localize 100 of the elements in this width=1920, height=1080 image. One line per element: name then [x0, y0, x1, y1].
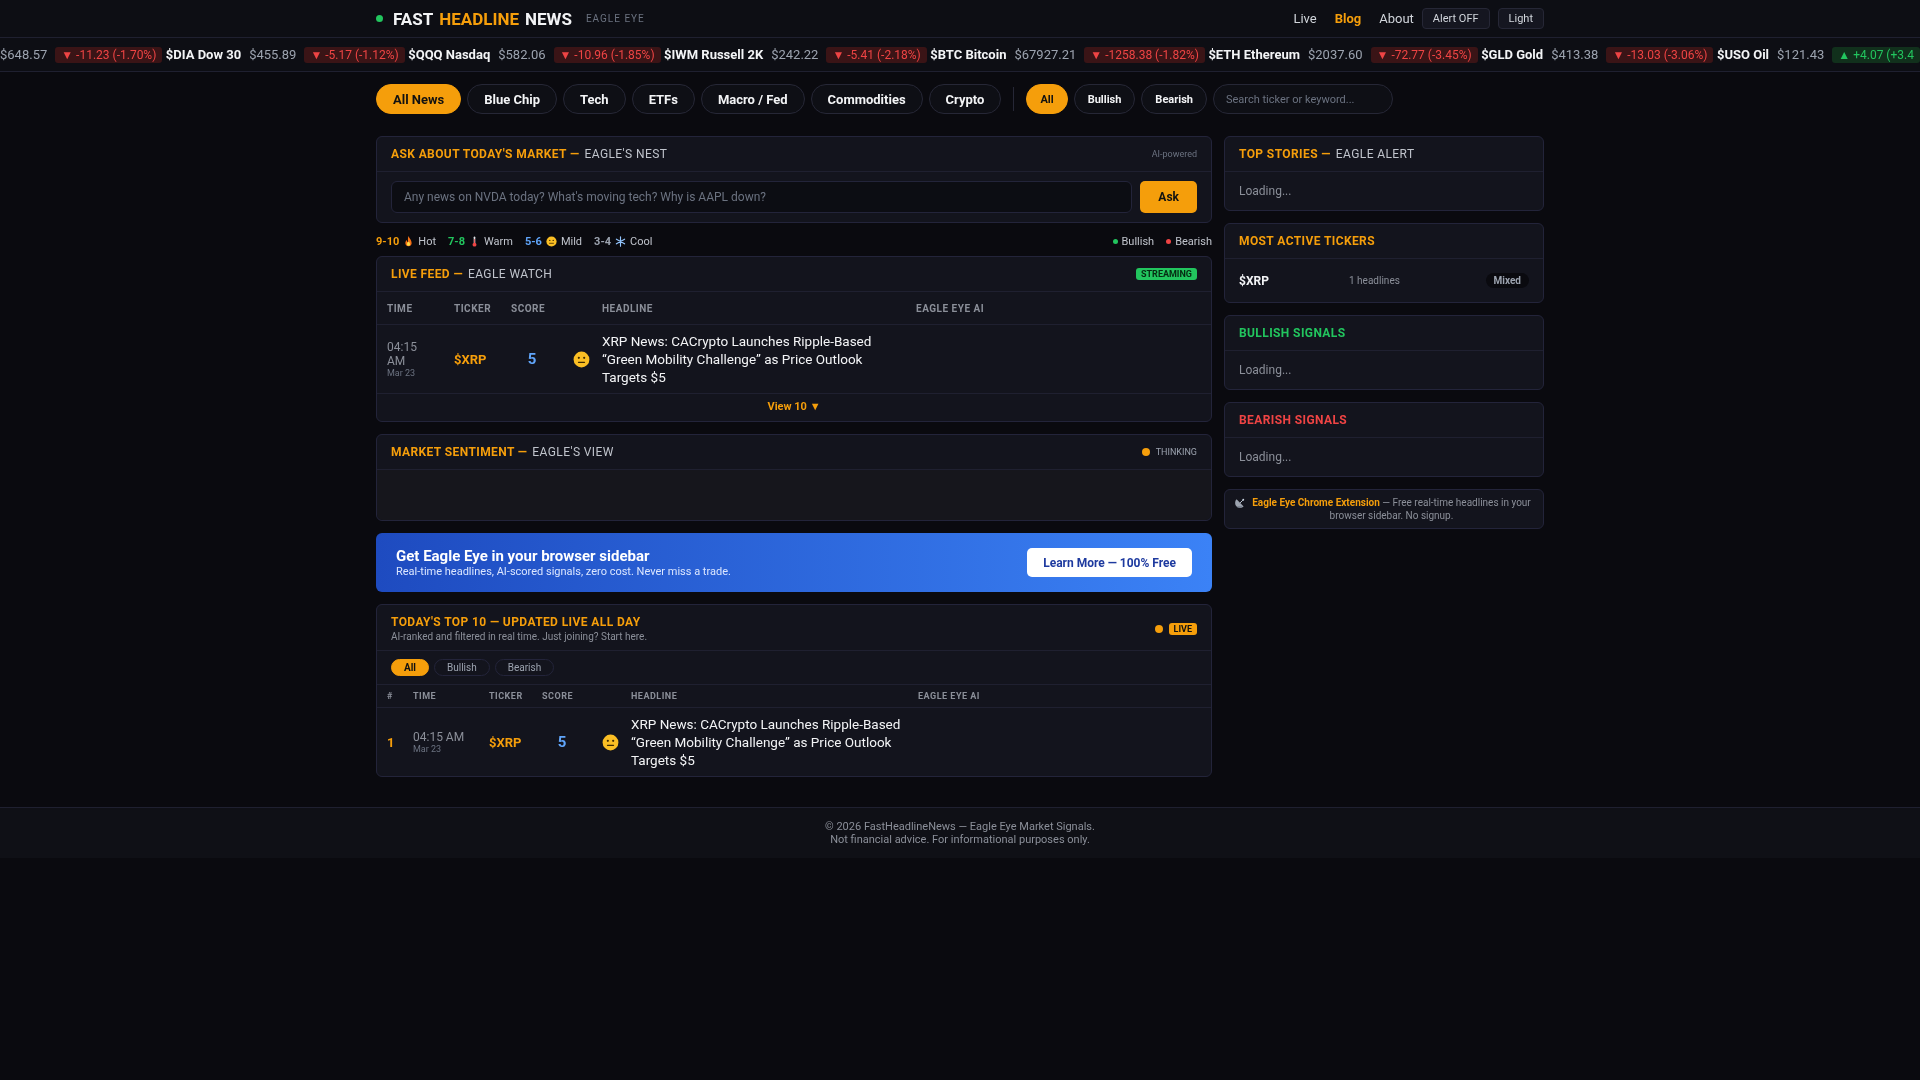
card-subtitle: EAGLE'S NEST [584, 147, 668, 161]
sentiment-filter[interactable]: Bearish [1141, 84, 1207, 114]
category-tab[interactable]: Crypto [928, 84, 1002, 114]
nav-link[interactable]: Blog [1334, 11, 1362, 26]
card-subtitle: AI-ranked and filtered in real time. Just joining? Start here. [391, 631, 648, 642]
search-field[interactable]: Search ticker or keyword... [1212, 84, 1393, 114]
ticker-price: $455.89 [249, 47, 297, 62]
legend-label: Bullish [1121, 235, 1155, 248]
view-more-link[interactable]: View 10 ▼ [767, 400, 821, 413]
headline-count: 1 headlines [1349, 275, 1400, 286]
column-header: HEADLINE [621, 685, 908, 708]
card-title: BULLISH SIGNALS [1239, 326, 1346, 340]
ticker-price: $242.22 [771, 47, 819, 62]
ticker-link[interactable]: $XRP [454, 351, 487, 367]
score-range: 5-6 [524, 235, 542, 248]
price-change: ▼ -1258.38 (-1.82%) [1084, 46, 1205, 63]
card-title: MARKET SENTIMENT — [391, 445, 528, 459]
price-change: ▼ -10.96 (-1.85%) [553, 46, 661, 63]
snowflake-icon [615, 236, 627, 247]
time-text: 04:15 AM [387, 340, 418, 368]
neutral-face-icon [602, 733, 619, 751]
date-text: Mar 23 [413, 744, 443, 754]
ticker-price: $2037.60 [1307, 47, 1363, 62]
headline-link[interactable]: XRP News: CACrypto Launches Ripple-Based “Green Mobility Challenge” as Price Outlook Targets $5 [631, 715, 923, 769]
sentiment-filter[interactable]: All [1026, 84, 1068, 114]
nav-link[interactable]: Live [1293, 11, 1317, 26]
promo-title: Get Eagle Eye in your browser sidebar [396, 547, 651, 565]
sentiment-filter[interactable]: Bullish [1073, 84, 1136, 114]
column-header: SCORE [532, 685, 592, 708]
satellite-dish-icon [1235, 497, 1246, 508]
column-header: TIME [377, 292, 444, 325]
question-field[interactable]: Any news on NVDA today? What's moving tech? Why is AAPL down? [391, 181, 1133, 213]
live-badge: LIVE [1168, 622, 1197, 635]
logo-text: FAST [393, 8, 434, 29]
card-subtitle: EAGLE'S VIEW [532, 445, 614, 459]
ticker-price: $413.38 [1551, 47, 1599, 62]
price-change: ▼ -11.23 (-1.70%) [55, 46, 163, 63]
ticker-link[interactable]: $XRP [1239, 273, 1349, 288]
column-header: EAGLE EYE AI [908, 685, 1211, 708]
card-title: MOST ACTIVE TICKERS [1239, 234, 1375, 248]
card-title: ASK ABOUT TODAY'S MARKET — [391, 147, 580, 161]
ticker-symbol: $USO Oil [1716, 47, 1770, 62]
column-header: HEADLINE [592, 292, 906, 325]
time-text: 04:15 AM [413, 730, 466, 744]
logo-text: NEWS [525, 8, 572, 29]
card-title: BEARISH SIGNALS [1239, 413, 1348, 427]
loading-text: Loading... [1239, 184, 1292, 198]
card-subtitle: EAGLE ALERT [1335, 147, 1415, 161]
category-tab[interactable]: Blue Chip [467, 84, 558, 114]
ask-button[interactable]: Ask [1140, 181, 1197, 213]
card-title: TODAY'S TOP 10 — UPDATED LIVE ALL DAY [391, 615, 642, 629]
category-tab[interactable]: Tech [563, 84, 626, 114]
score-value: 5 [557, 733, 567, 751]
footer-text: © 2026 FastHeadlineNews — Eagle Eye Market Signals. [824, 820, 1096, 833]
legend-label: Cool [630, 235, 653, 248]
ticker-symbol: $IWM Russell 2K [664, 47, 764, 62]
extension-link[interactable]: Eagle Eye Chrome Extension [1252, 497, 1380, 508]
score-value: 5 [527, 350, 537, 368]
category-tab[interactable]: Commodities [810, 84, 923, 114]
learn-more-button[interactable]: Learn More — 100% Free [1027, 548, 1192, 577]
filter-tab[interactable]: Bullish [434, 659, 490, 676]
filter-tab[interactable]: All [391, 659, 429, 676]
ticker-price: $582.06 [498, 47, 546, 62]
legend-label: Mild [560, 235, 583, 248]
ticker-price: $121.43 [1777, 47, 1825, 62]
score-range: 7-8 [448, 235, 465, 248]
filter-tab[interactable]: Bearish [494, 659, 555, 676]
header-button[interactable]: Alert OFF [1421, 8, 1490, 29]
loading-text: Loading... [1239, 450, 1292, 464]
logo-text: HEADLINE [439, 8, 519, 29]
card-subtitle: EAGLE WATCH [468, 267, 553, 281]
status-dot [1141, 448, 1150, 456]
header-button[interactable]: Light [1497, 8, 1544, 29]
neutral-face-icon [573, 350, 590, 368]
price-change: ▼ -5.17 (-1.12%) [304, 46, 405, 63]
status-dot [376, 15, 383, 22]
sentiment-tag: Mixed [1485, 273, 1529, 288]
nav-link[interactable]: About [1379, 11, 1414, 26]
legend-label: Warm [484, 235, 513, 248]
tagline: EAGLE EYE [585, 13, 645, 24]
ticker-price: $648.57 [0, 47, 48, 62]
category-tab[interactable]: Macro / Fed [700, 84, 805, 114]
ticker-symbol: $ETH Ethereum [1208, 47, 1300, 62]
headline-link[interactable]: XRP News: CACrypto Launches Ripple-Based “Green Mobility Challenge” as Price Outlook Targets $5 [602, 332, 894, 386]
date-text: Mar 23 [387, 368, 417, 378]
legend-label: Bearish [1175, 235, 1212, 248]
column-header: # [377, 685, 403, 708]
ticker-symbol: $GLD Gold [1481, 47, 1544, 62]
column-header: TICKER [479, 685, 532, 708]
category-tab[interactable]: ETFs [631, 84, 695, 114]
price-change: ▼ -72.77 (-3.45%) [1370, 46, 1478, 63]
ticker-symbol: $QQQ Nasdaq [408, 47, 491, 62]
neutral-face-icon [545, 236, 557, 247]
category-tab[interactable]: All News [376, 84, 462, 114]
fire-icon [403, 236, 415, 247]
status-text: THINKING [1155, 447, 1197, 457]
ticker-link[interactable]: $XRP [489, 734, 522, 750]
extension-note: Eagle Eye Chrome Extension — Free real-time headlines in your browser sidebar. No signup. [1251, 496, 1532, 522]
column-header: SCORE [501, 292, 563, 325]
price-change: ▼ -13.03 (-3.06%) [1606, 46, 1714, 63]
